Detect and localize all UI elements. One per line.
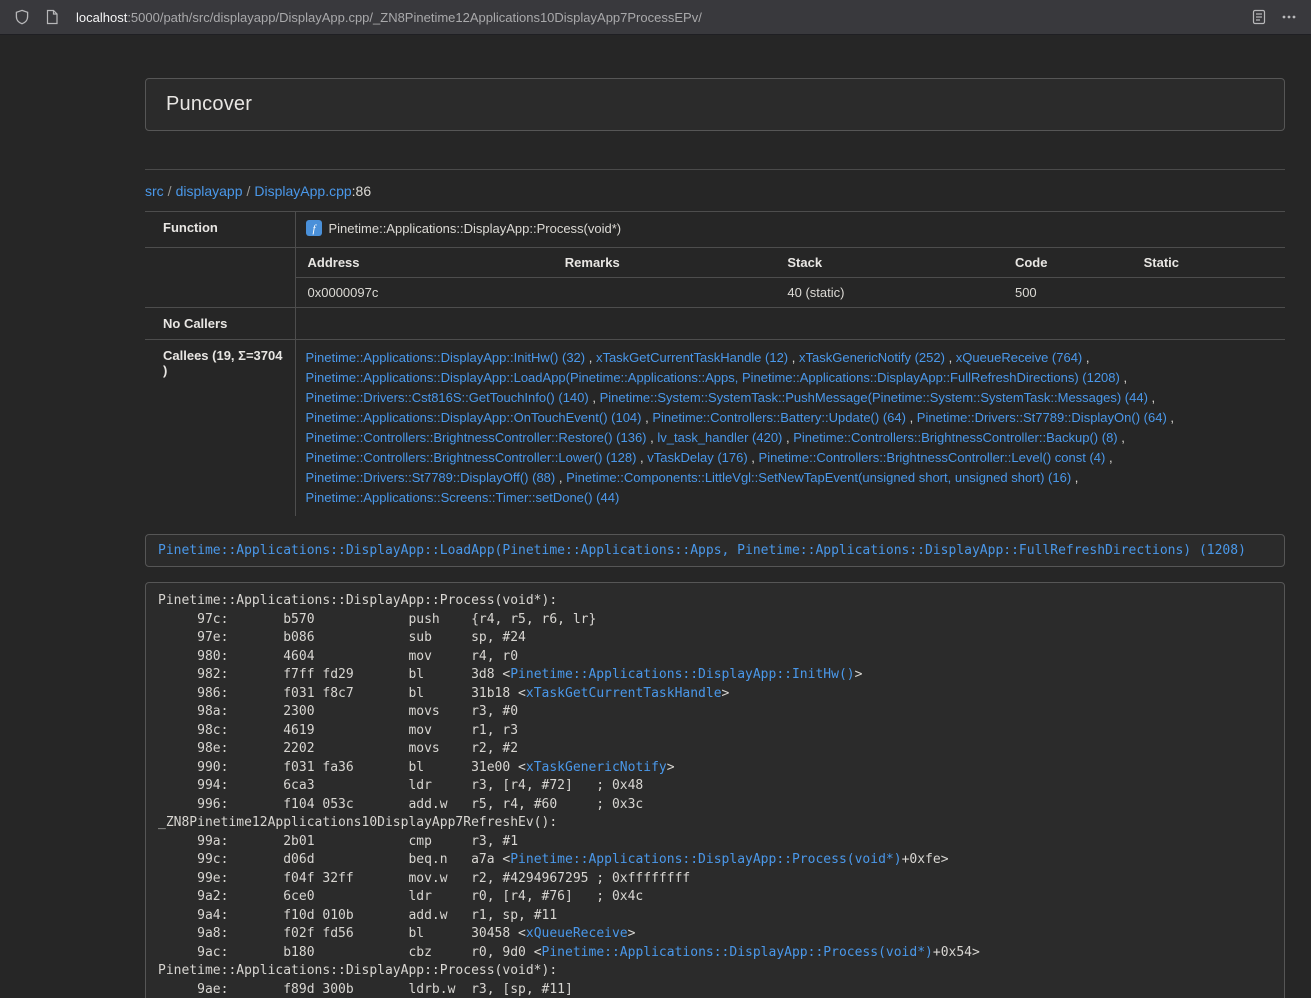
callee-separator: , (1105, 450, 1112, 465)
callee-link[interactable]: xQueueReceive (764) (956, 350, 1082, 365)
address-value: 0x0000097c (296, 278, 553, 308)
page-icon[interactable] (42, 7, 62, 27)
callee-link[interactable]: Pinetime::Controllers::BrightnessControl… (306, 450, 637, 465)
callee-link[interactable]: xTaskGenericNotify (252) (799, 350, 945, 365)
callee-separator: , (1167, 410, 1174, 425)
callee-separator: , (945, 350, 956, 365)
no-callers-empty-cell (295, 308, 1285, 340)
disassembly-panel: Pinetime::Applications::DisplayApp::Proc… (145, 582, 1285, 998)
url-bar[interactable]: localhost:5000/path/src/displayapp/Displ… (72, 10, 1239, 25)
stack-value: 40 (static) (775, 278, 1003, 308)
callee-link[interactable]: Pinetime::Controllers::BrightnessControl… (759, 450, 1106, 465)
content-column: Puncover src/displayapp/DisplayApp.cpp:8… (145, 78, 1285, 998)
asm-symbol-link[interactable]: Pinetime::Applications::DisplayApp::Proc… (542, 945, 933, 960)
function-row: Function f Pinetime::Applications::Displ… (145, 212, 1285, 248)
callee-link[interactable]: Pinetime::Drivers::Cst816S::GetTouchInfo… (306, 390, 589, 405)
callee-link[interactable]: Pinetime::Controllers::BrightnessControl… (793, 430, 1117, 445)
column-header-remarks: Remarks (553, 248, 776, 278)
column-header-code: Code (1003, 248, 1132, 278)
callees-list: Pinetime::Applications::DisplayApp::Init… (306, 348, 1276, 508)
breadcrumb-link-src[interactable]: src (145, 183, 164, 199)
no-callers-row: No Callers (145, 308, 1285, 340)
callee-link[interactable]: vTaskDelay (176) (647, 450, 747, 465)
callee-separator: , (585, 350, 596, 365)
page-title: Puncover (166, 93, 1264, 116)
function-name: Pinetime::Applications::DisplayApp::Proc… (329, 221, 622, 236)
stats-header-row: Address Remarks Stack Code Static (296, 248, 1286, 278)
breadcrumb-line-number: :86 (352, 183, 371, 199)
callee-separator: , (647, 430, 658, 445)
callee-separator: , (589, 390, 600, 405)
callee-separator: , (1071, 470, 1078, 485)
reader-view-icon[interactable] (1249, 7, 1269, 27)
callee-link[interactable]: Pinetime::Controllers::BrightnessControl… (306, 430, 647, 445)
callee-separator: , (748, 450, 759, 465)
callee-link[interactable]: Pinetime::Applications::Screens::Timer::… (306, 490, 620, 505)
callee-link[interactable]: xTaskGetCurrentTaskHandle (12) (596, 350, 788, 365)
column-header-static: Static (1132, 248, 1285, 278)
asm-symbol-link[interactable]: xQueueReceive (526, 926, 628, 941)
breadcrumb-link-displayapp[interactable]: displayapp (176, 183, 243, 199)
asm-symbol-link[interactable]: xTaskGenericNotify (526, 760, 667, 775)
stats-row-wrapper: Address Remarks Stack Code Static 0x0000… (145, 248, 1285, 308)
callee-link[interactable]: Pinetime::Applications::DisplayApp::Init… (306, 350, 586, 365)
callee-separator: , (782, 430, 793, 445)
static-value (1132, 278, 1285, 308)
url-path: :5000/path/src/displayapp/DisplayApp.cpp… (127, 10, 702, 25)
callee-separator: , (1148, 390, 1155, 405)
divider (145, 169, 1285, 170)
remarks-value (553, 278, 776, 308)
menu-dots-icon[interactable] (1279, 7, 1299, 27)
callee-separator: , (906, 410, 917, 425)
highlighted-callee-panel: Pinetime::Applications::DisplayApp::Load… (145, 534, 1285, 567)
callees-label: Callees (19, Σ=3704 ) (145, 340, 295, 517)
asm-symbol-link[interactable]: xTaskGetCurrentTaskHandle (526, 686, 722, 701)
callee-separator: , (1120, 370, 1127, 385)
breadcrumb-separator: / (164, 183, 176, 199)
callee-link[interactable]: Pinetime::Drivers::St7789::DisplayOff() … (306, 470, 556, 485)
callee-separator: , (642, 410, 653, 425)
breadcrumb: src/displayapp/DisplayApp.cpp:86 (145, 183, 1285, 199)
callees-row: Callees (19, Σ=3704 ) Pinetime::Applicat… (145, 340, 1285, 517)
column-header-stack: Stack (775, 248, 1003, 278)
disassembly: Pinetime::Applications::DisplayApp::Proc… (158, 592, 1272, 998)
breadcrumb-link-file[interactable]: DisplayApp.cpp (254, 183, 351, 199)
callee-separator: , (788, 350, 799, 365)
function-name-cell: f Pinetime::Applications::DisplayApp::Pr… (306, 220, 622, 236)
stats-table: Address Remarks Stack Code Static 0x0000… (296, 248, 1286, 307)
stats-left-spacer (145, 248, 295, 308)
callee-link[interactable]: Pinetime::Drivers::St7789::DisplayOn() (… (917, 410, 1167, 425)
callee-link[interactable]: Pinetime::Components::LittleVgl::SetNewT… (566, 470, 1071, 485)
callee-separator: , (1082, 350, 1089, 365)
callee-link[interactable]: Pinetime::Applications::DisplayApp::Load… (306, 370, 1120, 385)
callee-link[interactable]: Pinetime::System::SystemTask::PushMessag… (600, 390, 1148, 405)
callee-link[interactable]: Pinetime::Applications::DisplayApp::OnTo… (306, 410, 642, 425)
asm-symbol-link[interactable]: Pinetime::Applications::DisplayApp::Init… (510, 667, 854, 682)
callee-separator: , (1118, 430, 1125, 445)
shield-icon[interactable] (12, 7, 32, 27)
asm-symbol-link[interactable]: Pinetime::Applications::DisplayApp::Proc… (510, 852, 901, 867)
callee-separator: , (555, 470, 566, 485)
function-icon: f (306, 220, 322, 236)
breadcrumb-separator: / (243, 183, 255, 199)
browser-toolbar: localhost:5000/path/src/displayapp/Displ… (0, 0, 1311, 35)
function-label: Function (145, 212, 295, 248)
callee-separator: , (636, 450, 647, 465)
column-header-address: Address (296, 248, 553, 278)
code-value: 500 (1003, 278, 1132, 308)
url-host: localhost (76, 10, 127, 25)
highlighted-callee-link[interactable]: Pinetime::Applications::DisplayApp::Load… (158, 543, 1246, 558)
symbol-table: Function f Pinetime::Applications::Displ… (145, 211, 1285, 516)
no-callers-label: No Callers (145, 308, 295, 340)
page-header-panel: Puncover (145, 78, 1285, 131)
callee-link[interactable]: Pinetime::Controllers::Battery::Update()… (652, 410, 906, 425)
callee-link[interactable]: lv_task_handler (420) (657, 430, 782, 445)
stats-value-row: 0x0000097c 40 (static) 500 (296, 278, 1286, 308)
